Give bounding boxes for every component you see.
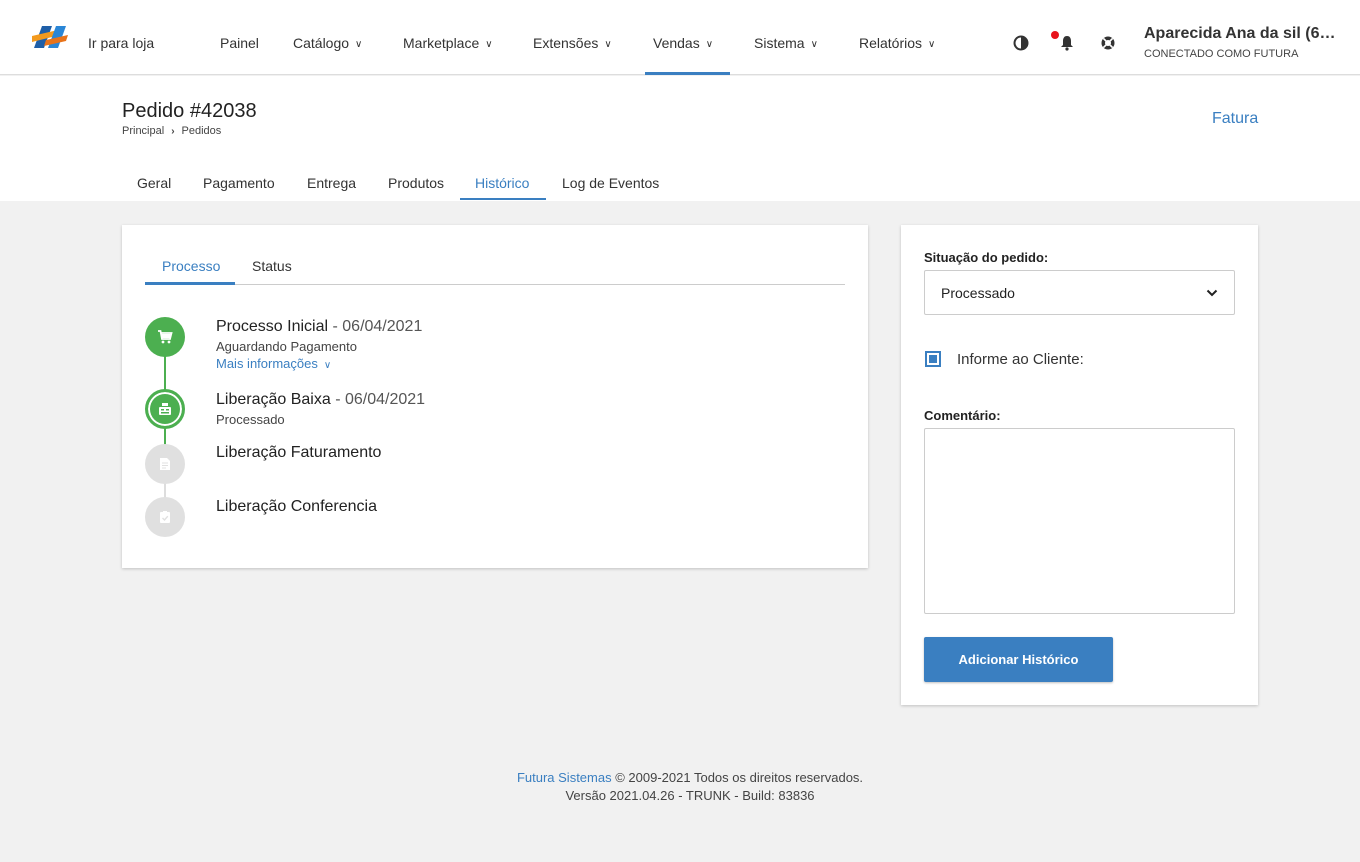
chevron-down-icon: ∨ <box>355 39 363 50</box>
order-status-value: Processado <box>941 284 1015 301</box>
tab-produtos[interactable]: Produtos <box>388 175 444 191</box>
timeline-step-status: Processado <box>216 412 285 427</box>
nav-label: Ir para loja <box>88 35 155 51</box>
nav-catalogo[interactable]: Catálogo ∨ <box>293 35 362 51</box>
tab-geral[interactable]: Geral <box>137 175 171 191</box>
notify-customer-checkbox[interactable] <box>925 351 941 367</box>
breadcrumb-pedidos[interactable]: Pedidos <box>182 125 222 137</box>
tab-active-indicator <box>460 198 546 200</box>
nav-label: Vendas <box>653 35 700 51</box>
chevron-down-icon: ∨ <box>485 39 493 50</box>
step-title-text: Processo Inicial <box>216 318 329 335</box>
footer-copyright: © 2009-2021 Todos os direitos reservados… <box>611 770 864 785</box>
futura-logo[interactable] <box>28 18 72 54</box>
nav-label: Sistema <box>754 35 805 51</box>
cash-register-icon <box>145 389 185 429</box>
mais-informacoes-link[interactable]: Mais informações ∨ <box>216 356 331 371</box>
nav-label: Relatórios <box>859 35 923 51</box>
cart-icon <box>145 317 185 357</box>
nav-marketplace[interactable]: Marketplace ∨ <box>403 35 493 51</box>
clipboard-check-icon <box>145 497 185 537</box>
top-navbar: Ir para loja Painel Catálogo ∨ Marketplac… <box>0 0 1360 75</box>
subtab-processo[interactable]: Processo <box>162 258 220 274</box>
page-title: Pedido #42038 <box>122 100 257 122</box>
notification-dot <box>1051 31 1059 39</box>
order-status-select[interactable]: Processado <box>924 270 1235 315</box>
add-history-form: Situação do pedido: Processado Informe a… <box>901 225 1258 705</box>
subtab-divider <box>145 284 845 285</box>
nav-painel[interactable]: Painel <box>220 35 259 51</box>
breadcrumb-principal[interactable]: Principal <box>122 125 164 137</box>
breadcrumb-separator: › <box>171 126 175 137</box>
footer: Futura Sistemas © 2009-2021 Todos os dir… <box>0 769 1360 805</box>
step-date: - 06/04/2021 <box>330 391 426 408</box>
tab-pagamento[interactable]: Pagamento <box>203 175 275 191</box>
page-header: Pedido #42038 Principal › Pedidos Fatura G… <box>0 76 1360 201</box>
user-name[interactable]: Aparecida Ana da sil (6… <box>1144 25 1335 43</box>
add-history-button[interactable]: Adicionar Histórico <box>924 637 1113 682</box>
chevron-down-icon: ∨ <box>928 39 936 50</box>
nav-ir-para-loja[interactable]: Ir para loja <box>88 35 154 51</box>
subtab-active-indicator <box>145 282 235 285</box>
user-connected-as: CONECTADO COMO FUTURA <box>1144 48 1299 60</box>
notify-customer-label: Informe ao Cliente: <box>957 351 1084 368</box>
chevron-down-icon: ∨ <box>705 39 714 50</box>
nav-label: Catálogo <box>293 35 350 51</box>
timeline-step-title: Processo Inicial - 06/04/2021 <box>216 318 422 336</box>
nav-sistema[interactable]: Sistema ∨ <box>754 35 818 51</box>
document-icon <box>145 444 185 484</box>
fatura-link[interactable]: Fatura <box>1212 110 1258 128</box>
chevron-down-icon: ∨ <box>323 360 332 371</box>
tab-historico[interactable]: Histórico <box>475 175 529 191</box>
nav-active-indicator <box>645 72 730 75</box>
nav-relatorios[interactable]: Relatórios ∨ <box>859 35 935 51</box>
timeline-step-title: Liberação Conferencia <box>216 498 377 515</box>
help-lifebuoy-icon[interactable] <box>1099 34 1117 52</box>
step-date: - 06/04/2021 <box>328 318 423 335</box>
footer-brand-link[interactable]: Futura Sistemas <box>517 770 612 785</box>
nav-vendas[interactable]: Vendas ∨ <box>653 35 713 51</box>
bell-icon[interactable] <box>1058 34 1076 52</box>
nav-label: Painel <box>220 35 259 51</box>
more-info-label: Mais informações <box>216 356 318 371</box>
breadcrumb: Principal › Pedidos <box>122 125 221 137</box>
history-timeline-card: Processo Status Processo Inicial - 06/04… <box>122 225 868 568</box>
comment-label: Comentário: <box>924 408 1001 423</box>
nav-label: Marketplace <box>403 35 480 51</box>
nav-extensoes[interactable]: Extensões ∨ <box>533 35 612 51</box>
tab-entrega[interactable]: Entrega <box>307 175 356 191</box>
contrast-icon[interactable] <box>1012 34 1030 52</box>
timeline-step-status: Aguardando Pagamento <box>216 339 357 354</box>
chevron-down-icon: ∨ <box>810 39 818 50</box>
timeline-step-title: Liberação Baixa - 06/04/2021 <box>216 391 425 409</box>
footer-version: Versão 2021.04.26 - TRUNK - Build: 83836 <box>565 788 815 803</box>
timeline-step-title: Liberação Faturamento <box>216 444 382 461</box>
footer-copyright-line: Futura Sistemas © 2009-2021 Todos os dir… <box>0 769 1360 787</box>
nav-label: Extensões <box>533 35 599 51</box>
subtab-status[interactable]: Status <box>252 258 292 274</box>
chevron-down-icon: ∨ <box>604 39 612 50</box>
tab-log-de-eventos[interactable]: Log de Eventos <box>562 175 659 191</box>
step-title-text: Liberação Baixa <box>216 391 331 408</box>
checkbox-checked-mark <box>929 355 937 363</box>
status-label: Situação do pedido: <box>924 250 1049 265</box>
comment-textarea[interactable] <box>924 428 1235 614</box>
chevron-down-icon <box>1206 289 1218 296</box>
